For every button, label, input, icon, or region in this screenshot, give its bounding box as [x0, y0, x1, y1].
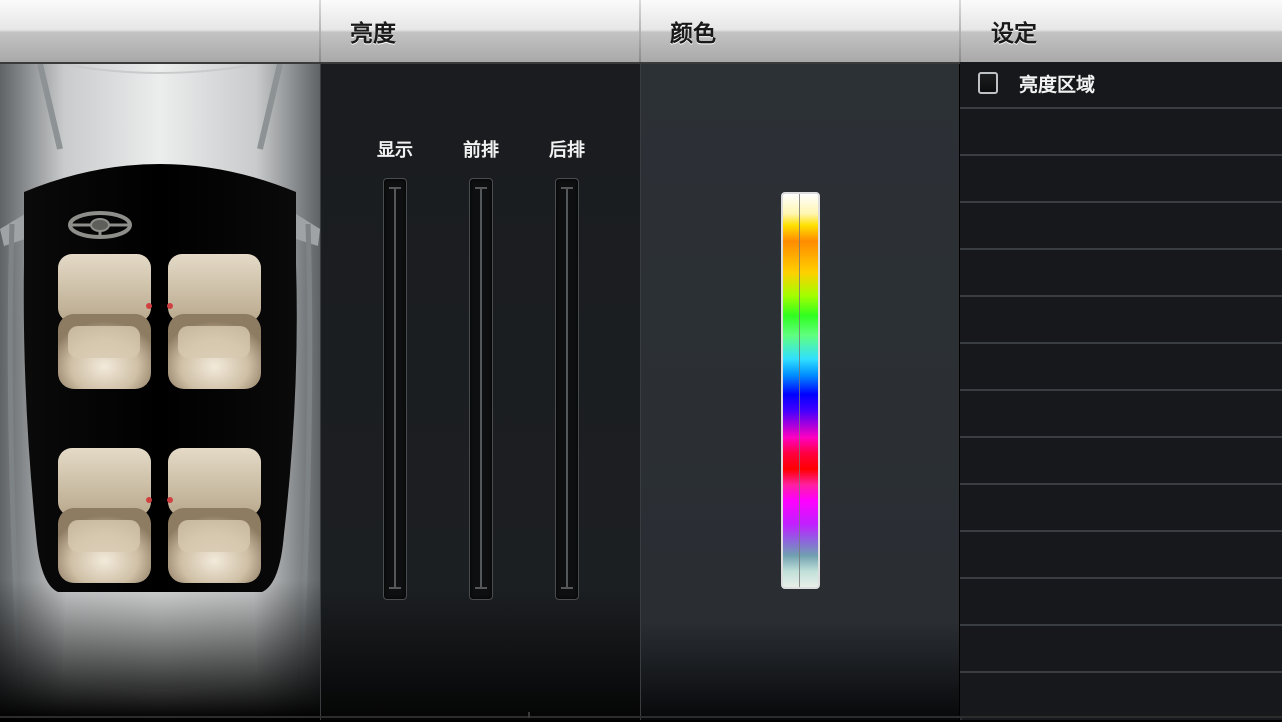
slider-label-rear: 后排: [549, 140, 585, 161]
color-slider-center-line: [799, 194, 800, 587]
slider-cap-top: [475, 187, 487, 189]
slider-rail: [566, 187, 568, 589]
setting-row-empty: [960, 626, 1282, 673]
setting-row-empty: [960, 156, 1282, 203]
setting-row-brightness-zone[interactable]: 亮度区域: [960, 62, 1282, 109]
panel-divider: [640, 64, 641, 720]
setting-row-empty: [960, 203, 1282, 250]
tab-brightness[interactable]: 亮度: [350, 14, 396, 48]
setting-row-empty: [960, 109, 1282, 156]
setting-row-empty: [960, 673, 1282, 716]
slider-cap-bottom: [475, 587, 487, 589]
a-pillar: [37, 64, 283, 150]
bottom-edge: [0, 712, 1282, 718]
slider-cap-top: [561, 187, 573, 189]
tab-divider: [319, 0, 321, 62]
setting-row-empty: [960, 438, 1282, 485]
setting-row-empty: [960, 485, 1282, 532]
slider-display[interactable]: [383, 178, 407, 600]
setting-row-empty: [960, 579, 1282, 626]
tab-divider: [639, 0, 641, 62]
slider-rear[interactable]: [555, 178, 579, 600]
slider-cap-top: [389, 187, 401, 189]
brightness-zone-checkbox[interactable]: [978, 72, 998, 94]
setting-row-empty: [960, 532, 1282, 579]
seat-rear-right: [167, 448, 261, 583]
panel-divider: [320, 64, 321, 720]
slider-rail: [394, 187, 396, 589]
bottom-mark: [528, 712, 530, 718]
slider-label-front: 前排: [463, 140, 499, 161]
slider-front[interactable]: [469, 178, 493, 600]
tab-color[interactable]: 颜色: [670, 14, 716, 48]
seat-front-left: [58, 254, 152, 389]
slider-label-display: 显示: [377, 140, 413, 161]
tab-settings[interactable]: 设定: [991, 14, 1037, 48]
top-tab-bar: 亮度 颜色 设定: [0, 0, 1282, 64]
car-top-view-panel: [0, 64, 320, 720]
slider-rail: [480, 187, 482, 589]
tab-divider: [959, 0, 961, 62]
bottom-shade: [0, 580, 320, 720]
seat-front-right: [167, 254, 261, 389]
slider-cap-bottom: [389, 587, 401, 589]
setting-label: 亮度区域: [1019, 74, 1096, 96]
setting-row-empty: [960, 250, 1282, 297]
color-spectrum-slider[interactable]: [781, 192, 820, 589]
setting-row-empty: [960, 391, 1282, 438]
seat-rear-left: [58, 448, 152, 583]
windshield-edge: [61, 64, 259, 74]
slider-cap-bottom: [561, 587, 573, 589]
setting-row-empty: [960, 297, 1282, 344]
setting-row-empty: [960, 344, 1282, 391]
